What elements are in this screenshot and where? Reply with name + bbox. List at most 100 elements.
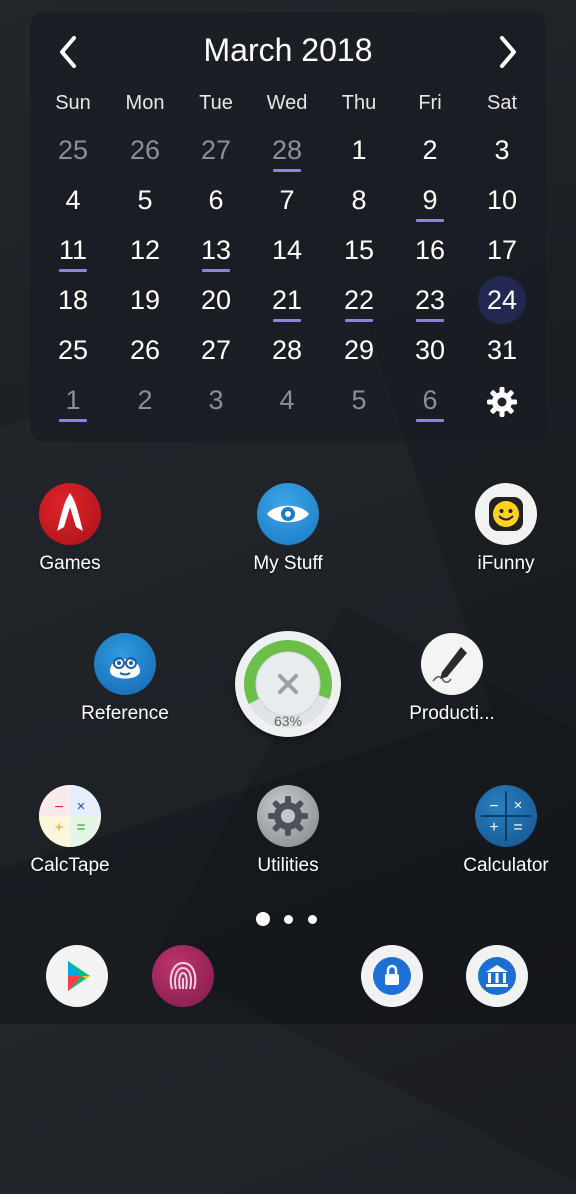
svg-text:×: ×: [77, 798, 86, 815]
event-indicator: [202, 269, 230, 272]
calendar-day-number: 24: [486, 285, 518, 315]
calendar-day-number: 6: [422, 385, 438, 415]
app-games[interactable]: Games: [0, 483, 140, 575]
weekday-label: Mon: [125, 92, 165, 114]
games-rocket-icon: [39, 483, 101, 545]
calendar-day[interactable]: 29: [331, 330, 387, 374]
reference-owl-icon: [94, 633, 156, 695]
calendar-day[interactable]: 25: [45, 330, 101, 374]
calendar-day[interactable]: 13: [188, 230, 244, 274]
calendar-day-number: 8: [351, 185, 367, 215]
calendar-day[interactable]: 4: [45, 180, 101, 224]
play-store-icon[interactable]: [46, 945, 108, 1007]
calendar-day-number: 4: [279, 385, 295, 415]
calendar-day[interactable]: 20: [188, 280, 244, 324]
calendar-day[interactable]: 2: [402, 130, 458, 174]
app-calculator[interactable]: − × + = Calculator: [436, 785, 576, 877]
calendar-day[interactable]: 9: [402, 180, 458, 224]
bank-app-icon[interactable]: [466, 945, 528, 1007]
calendar-day[interactable]: 27: [188, 330, 244, 374]
calendar-day[interactable]: 1: [45, 380, 101, 424]
svg-text:×: ×: [514, 797, 523, 814]
page-dot[interactable]: [284, 915, 293, 924]
calendar-day[interactable]: 6: [188, 180, 244, 224]
calendar-widget: March 2018 Sun Mon Tue Wed Thu Fri Sat 25 26 27 2…: [30, 12, 546, 442]
lock-app-icon[interactable]: [361, 945, 423, 1007]
smiley-icon: [475, 483, 537, 545]
app-utilities[interactable]: Utilities: [218, 785, 358, 877]
calendar-day[interactable]: 15: [331, 230, 387, 274]
calendar-month-title: March 2018: [203, 32, 373, 68]
app-calctape[interactable]: − × + = CalcTape: [0, 785, 140, 877]
calendar-day[interactable]: 2: [117, 380, 173, 424]
app-my-stuff[interactable]: My Stuff: [218, 483, 358, 575]
weekday-label: Fri: [418, 92, 442, 114]
calendar-day[interactable]: 17: [474, 230, 530, 274]
calendar-day[interactable]: 31: [474, 330, 530, 374]
weekday-label: Wed: [266, 92, 308, 114]
weekday-label: Thu: [341, 92, 377, 114]
calendar-day-number: 1: [65, 385, 81, 415]
app-productivity[interactable]: Producti...: [382, 633, 522, 725]
calendar-day[interactable]: 1: [331, 130, 387, 174]
weekday-row: Sun Mon Tue Wed Thu Fri Sat: [30, 92, 546, 118]
chevron-right-icon[interactable]: [488, 30, 528, 74]
app-label: Utilities: [257, 855, 319, 876]
calendar-day[interactable]: 26: [117, 130, 173, 174]
app-reference[interactable]: Reference: [55, 633, 195, 725]
calendar-day[interactable]: 16: [402, 230, 458, 274]
calendar-day-number: 15: [343, 235, 375, 265]
calendar-day[interactable]: 19: [117, 280, 173, 324]
calendar-day[interactable]: 25: [45, 130, 101, 174]
calendar-day-number: 2: [137, 385, 153, 415]
calendar-day[interactable]: 27: [188, 130, 244, 174]
app-label: Calculator: [463, 855, 549, 876]
calendar-day[interactable]: 4: [259, 380, 315, 424]
calendar-day-number: 9: [422, 185, 438, 215]
fingerprint-app-icon[interactable]: [152, 945, 214, 1007]
calendar-day[interactable]: 11: [45, 230, 101, 274]
calendar-day[interactable]: 7: [259, 180, 315, 224]
calendar-day[interactable]: 10: [474, 180, 530, 224]
calendar-day-number: 21: [271, 285, 303, 315]
calendar-day-number: 17: [486, 235, 518, 265]
calendar-day-number: 14: [271, 235, 303, 265]
calendar-day[interactable]: 18: [45, 280, 101, 324]
calendar-day-number: 4: [65, 185, 81, 215]
calendar-day[interactable]: 5: [331, 380, 387, 424]
page-dot-active[interactable]: [256, 912, 270, 926]
app-label: Games: [39, 553, 101, 574]
calendar-day-number: 12: [129, 235, 161, 265]
memory-boost-widget[interactable]: 63%: [235, 631, 341, 737]
calendar-day[interactable]: 30: [402, 330, 458, 374]
calendar-day-number: 6: [208, 185, 224, 215]
calendar-day[interactable]: 14: [259, 230, 315, 274]
event-indicator: [416, 219, 444, 222]
calendar-day[interactable]: 12: [117, 230, 173, 274]
calendar-day-number: 13: [200, 235, 232, 265]
calendar-day-number: 11: [58, 235, 88, 265]
calendar-day[interactable]: 3: [188, 380, 244, 424]
event-indicator: [345, 319, 373, 322]
page-indicator: [0, 912, 576, 926]
calendar-day[interactable]: 23: [402, 280, 458, 324]
calendar-day[interactable]: 21: [259, 280, 315, 324]
page-dot[interactable]: [308, 915, 317, 924]
calendar-day[interactable]: 22: [331, 280, 387, 324]
app-label: My Stuff: [253, 553, 323, 574]
calendar-day[interactable]: 26: [117, 330, 173, 374]
event-indicator: [59, 419, 87, 422]
calendar-day-number: 29: [343, 335, 375, 365]
app-ifunny[interactable]: iFunny: [436, 483, 576, 575]
calendar-day-number: 30: [414, 335, 446, 365]
calendar-day[interactable]: 28: [259, 330, 315, 374]
app-label: CalcTape: [30, 855, 110, 876]
calendar-day[interactable]: 3: [474, 130, 530, 174]
calendar-day[interactable]: 6: [402, 380, 458, 424]
gear-icon[interactable]: [474, 380, 530, 424]
calendar-day[interactable]: 28: [259, 130, 315, 174]
calendar-day-number: 18: [57, 285, 89, 315]
calendar-day[interactable]: 5: [117, 180, 173, 224]
calendar-day-today[interactable]: 24: [474, 276, 530, 324]
calendar-day[interactable]: 8: [331, 180, 387, 224]
